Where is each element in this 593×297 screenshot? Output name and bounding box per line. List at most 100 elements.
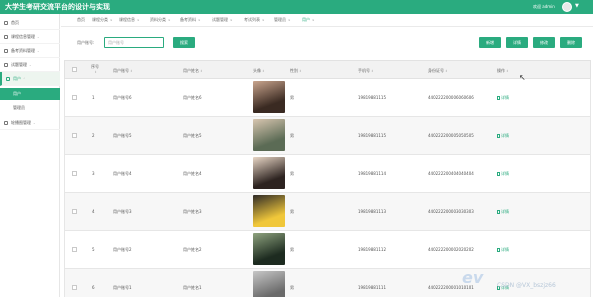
- delete-button[interactable]: 删除: [560, 37, 582, 48]
- table-row[interactable]: 5 用户账号2 用户姓名2 男 19819881112 44022220000202020…: [64, 231, 591, 269]
- sidebar-item-materials[interactable]: 备考资料管理 ⌄: [0, 44, 60, 58]
- sidebar-item-label: 备考资料管理: [11, 47, 35, 53]
- row-detail-link[interactable]: 详情: [497, 133, 509, 139]
- cell-index: 6: [92, 285, 95, 290]
- table-row[interactable]: 2 用户账号5 用户姓名5 男 19819881115 44022220000505050…: [64, 117, 591, 155]
- row-checkbox[interactable]: [72, 95, 77, 100]
- row-checkbox[interactable]: [72, 247, 77, 252]
- sidebar-subitem-user[interactable]: 用户: [0, 88, 60, 100]
- column-header-gender[interactable]: 性别⇕: [290, 68, 302, 74]
- close-icon[interactable]: ×: [262, 18, 265, 22]
- user-avatar[interactable]: [562, 2, 572, 12]
- cell-id-card: 440222200006060606: [428, 95, 474, 100]
- cell-phone: 19819881113: [358, 209, 386, 214]
- cell-id-card: 440222200404040404: [428, 171, 474, 176]
- cell-gender: 男: [290, 95, 294, 100]
- sort-icon: ⇕: [200, 69, 203, 73]
- sidebar-item-exam[interactable]: 试题管理 ⌄: [0, 58, 60, 72]
- close-icon[interactable]: ×: [137, 18, 140, 22]
- column-header-id-card[interactable]: 身份证号⇕: [428, 68, 448, 74]
- chevron-up-icon: ⌃: [23, 76, 26, 81]
- sidebar-item-users[interactable]: 用户 ⌃: [0, 72, 60, 86]
- tab-material-category[interactable]: 资料分类 ×: [150, 17, 171, 23]
- row-checkbox[interactable]: [72, 171, 77, 176]
- cell-index: 3: [92, 171, 95, 176]
- sort-icon: ⇕: [94, 70, 97, 74]
- tab-course-category[interactable]: 课程分类 ×: [92, 17, 113, 23]
- close-icon[interactable]: ×: [288, 18, 291, 22]
- tab-course-info[interactable]: 课程信息 ×: [119, 17, 140, 23]
- row-detail-link[interactable]: 详情: [497, 171, 509, 177]
- tab-label: 考试列表: [244, 17, 260, 22]
- user-greeting[interactable]: 欢迎 admin: [533, 4, 555, 10]
- sort-icon: ⇕: [130, 69, 133, 73]
- column-header-label: 手机号: [358, 68, 370, 73]
- column-header-phone[interactable]: 手机号⇕: [358, 68, 374, 74]
- cell-account: 用户账号6: [113, 95, 132, 100]
- sidebar-subitem-admin[interactable]: 管理员: [0, 102, 60, 114]
- avatar-photo: [253, 157, 285, 189]
- cell-gender: 男: [290, 285, 294, 290]
- user-menu-caret-icon[interactable]: ▼: [575, 3, 579, 9]
- tab-label: 试题管理: [212, 17, 228, 22]
- tab-label: 管理员: [274, 17, 286, 22]
- document-icon: [4, 62, 8, 67]
- sidebar-item-label: 试题管理: [11, 61, 27, 67]
- close-icon[interactable]: ×: [230, 18, 233, 22]
- tab-home[interactable]: 首页: [77, 17, 85, 23]
- cell-name: 用户姓名6: [183, 95, 202, 100]
- table-row[interactable]: 4 用户账号3 用户姓名3 男 19819881113 44022220000303030…: [64, 193, 591, 231]
- tab-exam-list[interactable]: 考试列表 ×: [244, 17, 265, 23]
- detail-button[interactable]: 详情: [506, 37, 528, 48]
- cell-phone: 19819881115: [358, 95, 386, 100]
- app-title: 大学生考研交流平台的设计与实现: [5, 3, 110, 11]
- cell-gender: 男: [290, 209, 294, 214]
- select-all-checkbox[interactable]: [72, 67, 77, 72]
- tab-exam-questions[interactable]: 试题管理 ×: [212, 17, 233, 23]
- row-detail-link[interactable]: 详情: [497, 247, 509, 253]
- table-row[interactable]: 1 用户账号6 用户姓名6 男 19819881115 44022220000606060…: [64, 79, 591, 117]
- close-icon[interactable]: ×: [198, 18, 201, 22]
- sidebar-item-carousel[interactable]: 轮播图管理 ⌄: [0, 116, 60, 130]
- sort-icon: ⇕: [445, 69, 448, 73]
- cell-id-card: 440222200005050505: [428, 133, 474, 138]
- tab-label: 用户: [302, 17, 310, 22]
- tab-label: 首页: [77, 17, 85, 22]
- column-header-label: 用户账号: [113, 68, 129, 73]
- add-button[interactable]: 新增: [479, 37, 501, 48]
- column-header-avatar[interactable]: 头像⇕: [253, 68, 265, 74]
- cell-account: 用户账号2: [113, 247, 132, 252]
- table-row[interactable]: 3 用户账号4 用户姓名4 男 19819881114 44022220040404040…: [64, 155, 591, 193]
- search-input[interactable]: 用户账号: [104, 37, 164, 48]
- column-header-label: 序号: [91, 64, 99, 69]
- book-icon: [4, 34, 8, 39]
- close-icon[interactable]: ×: [168, 18, 171, 22]
- close-icon[interactable]: ×: [110, 18, 113, 22]
- sidebar-item-course[interactable]: 课程信息管理 ⌄: [0, 30, 60, 44]
- cell-phone: 19819881115: [358, 133, 386, 138]
- cell-name: 用户姓名2: [183, 247, 202, 252]
- search-label: 用户账号:: [77, 40, 95, 45]
- column-header-name[interactable]: 用户姓名⇕: [183, 68, 203, 74]
- column-header-account[interactable]: 用户账号⇕: [113, 68, 133, 74]
- row-checkbox[interactable]: [72, 133, 77, 138]
- cell-gender: 男: [290, 133, 294, 138]
- tab-users[interactable]: 用户 ×: [302, 17, 315, 23]
- search-button[interactable]: 搜索: [173, 37, 195, 48]
- close-icon[interactable]: ×: [312, 18, 315, 22]
- row-checkbox[interactable]: [72, 285, 77, 290]
- edit-button[interactable]: 修改: [533, 37, 555, 48]
- row-detail-link[interactable]: 详情: [497, 209, 509, 215]
- row-detail-label: 详情: [501, 133, 509, 138]
- column-header-actions[interactable]: 操作⇕: [497, 68, 509, 74]
- column-header-label: 用户姓名: [183, 68, 199, 73]
- tab-materials[interactable]: 备考资料 ×: [180, 17, 201, 23]
- column-header-index[interactable]: 序号 ⇕: [91, 64, 99, 75]
- tab-admin[interactable]: 管理员 ×: [274, 17, 291, 23]
- row-detail-link[interactable]: 详情: [497, 95, 509, 101]
- sidebar-item-home[interactable]: 首页: [0, 16, 60, 30]
- chevron-down-icon: ⌄: [29, 62, 32, 67]
- document-icon: [497, 172, 500, 176]
- row-checkbox[interactable]: [72, 209, 77, 214]
- sidebar-item-label: 课程信息管理: [11, 33, 35, 39]
